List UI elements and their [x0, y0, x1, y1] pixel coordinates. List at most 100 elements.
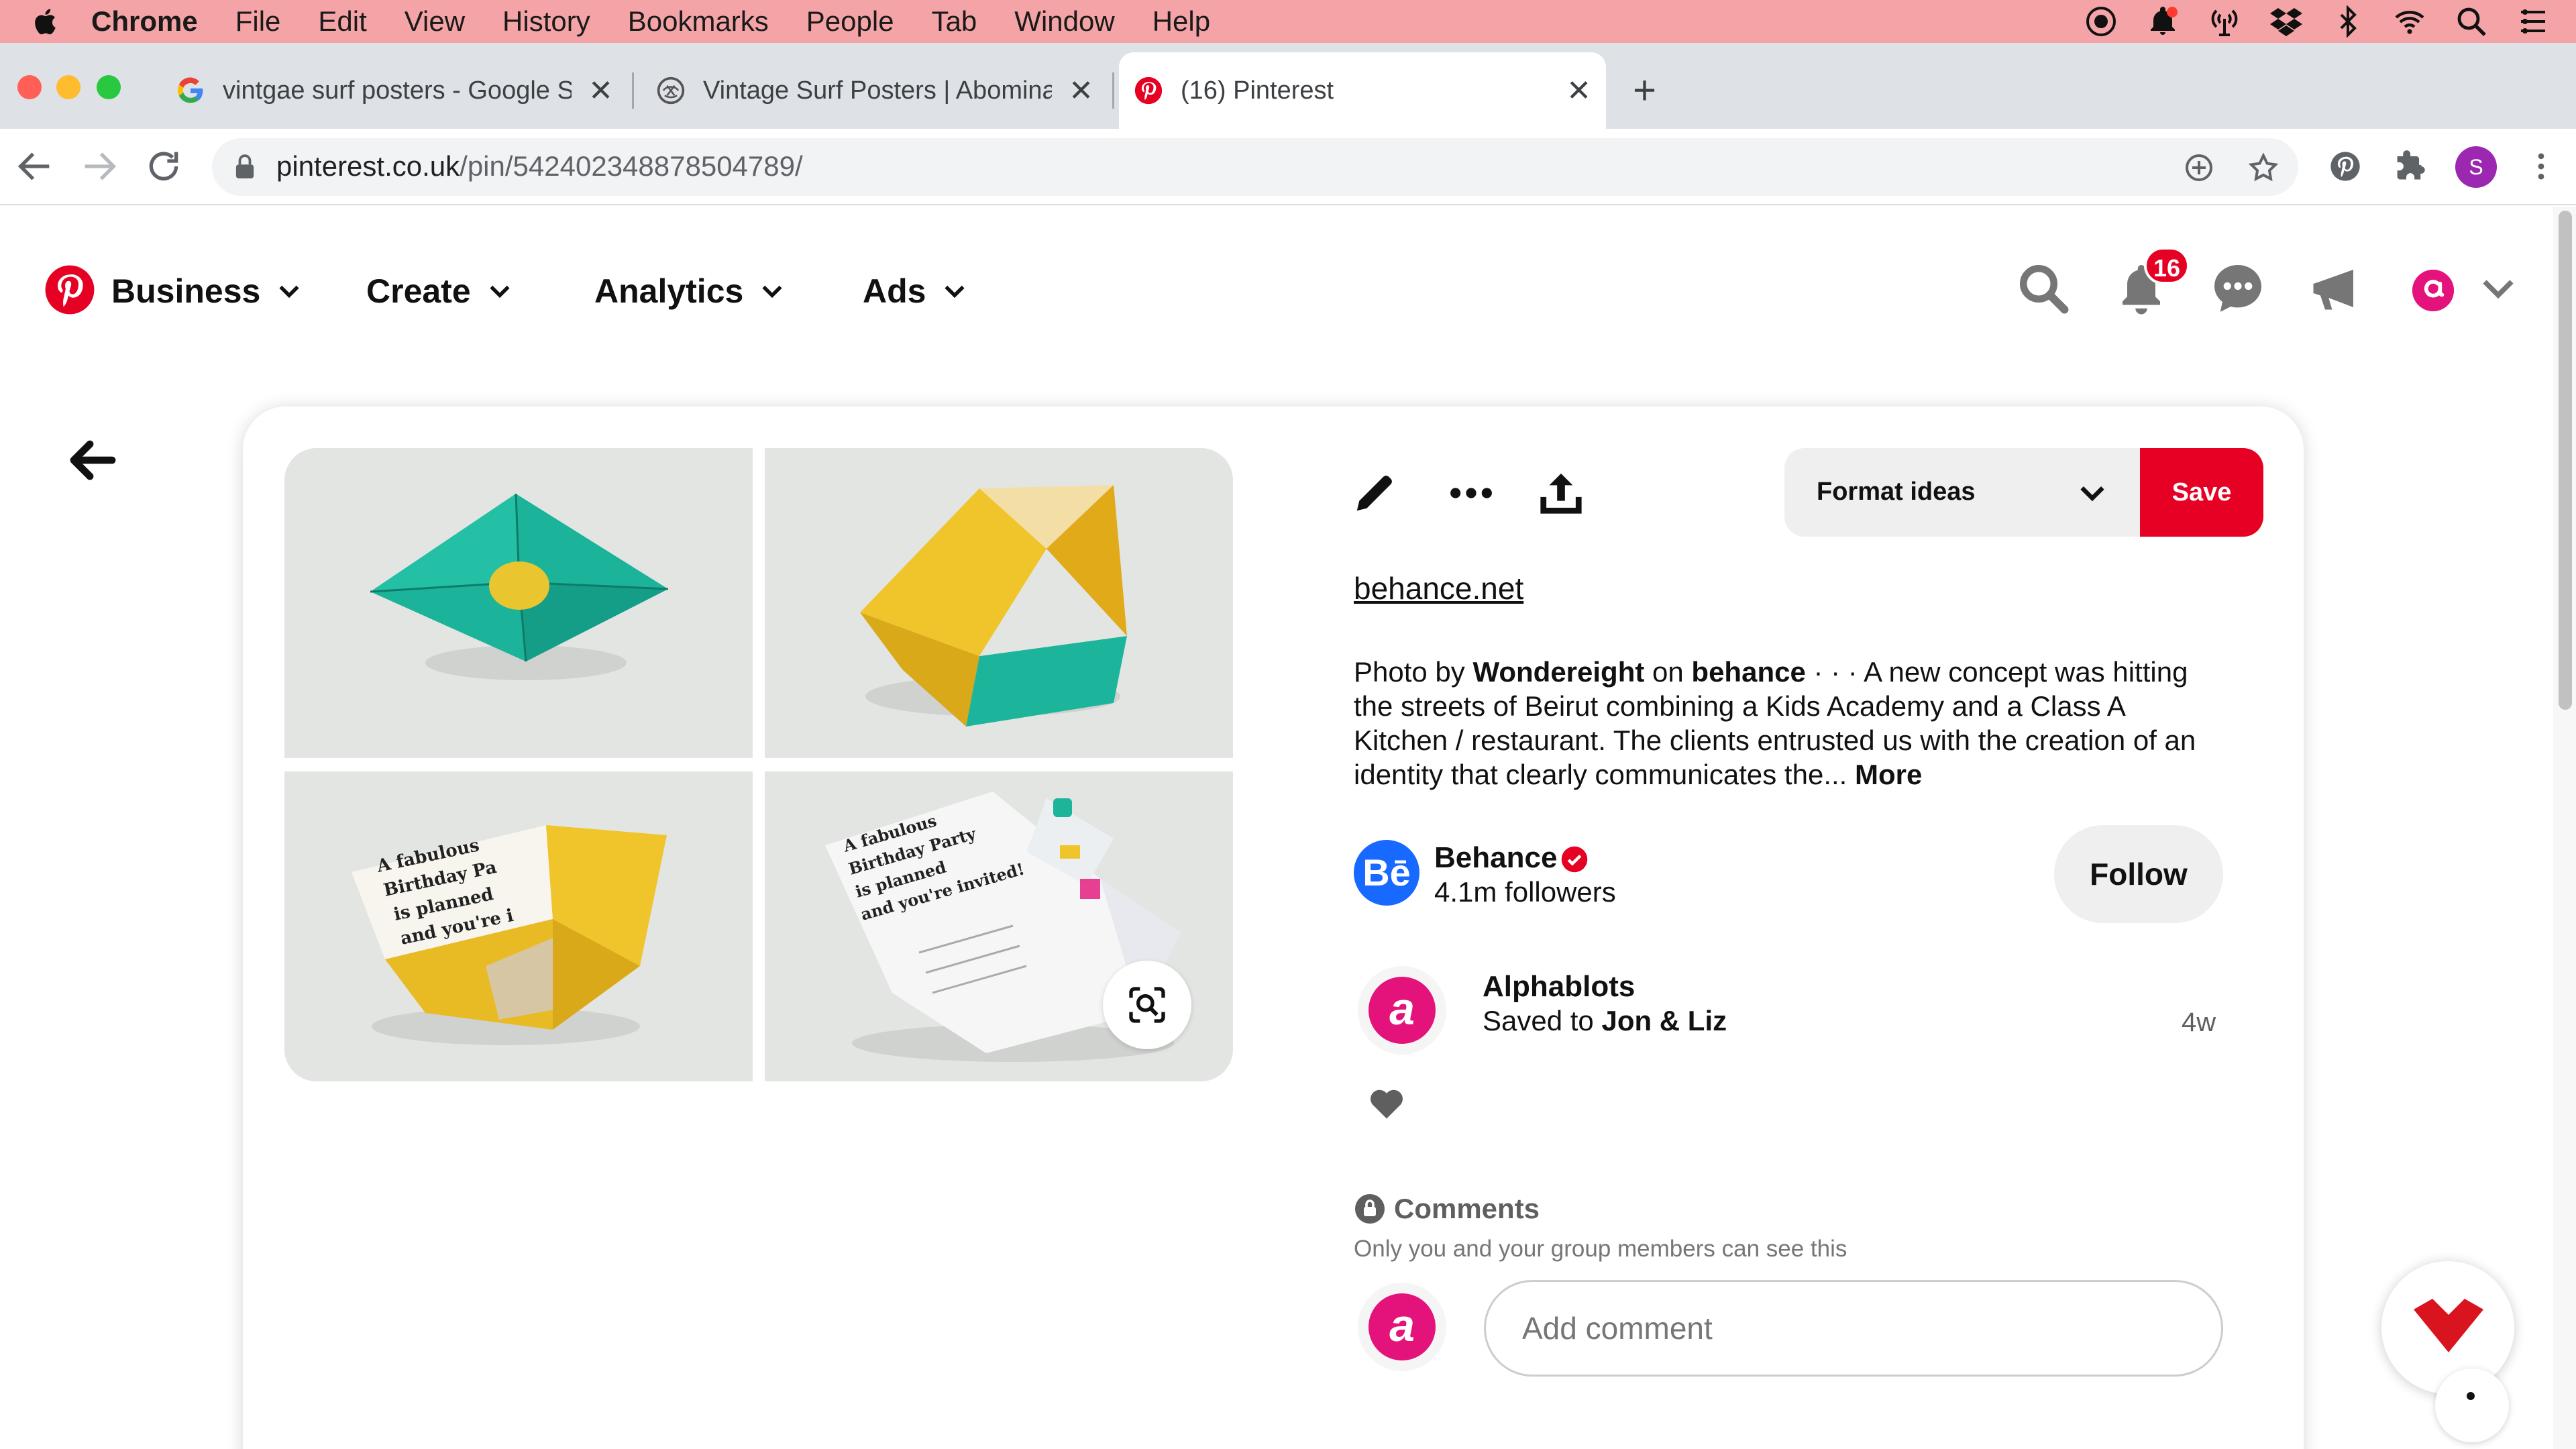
- pin-image-envelope-text: A fabulous Birthday Pa is planned and yo…: [284, 771, 753, 1081]
- tab-google-search[interactable]: vintgae surf posters - Google S ✕: [161, 52, 628, 129]
- account-avatar[interactable]: [2412, 270, 2454, 311]
- help-dot: [2467, 1392, 2475, 1400]
- page-scrollbar[interactable]: [2553, 207, 2576, 1449]
- creator-avatar[interactable]: Bē: [1354, 840, 1419, 906]
- saved-board-link[interactable]: Jon & Liz: [1601, 1005, 1727, 1036]
- reload-icon[interactable]: [142, 145, 185, 188]
- heart-reaction-icon[interactable]: [1368, 1087, 1405, 1120]
- visual-search-button[interactable]: [1103, 961, 1191, 1049]
- menu-help[interactable]: Help: [1152, 0, 1210, 43]
- search-icon[interactable]: [2015, 260, 2072, 317]
- messages-icon[interactable]: [2210, 260, 2266, 317]
- notification-bell-icon[interactable]: [2147, 5, 2179, 38]
- board-selector[interactable]: Format ideas: [1784, 448, 2160, 537]
- apple-icon[interactable]: [31, 7, 58, 36]
- nav-analytics-label: Analytics: [594, 272, 744, 310]
- share-upload-icon[interactable]: [1538, 470, 1585, 517]
- comments-heading: Comments: [1354, 1193, 1540, 1225]
- bookmark-star-icon[interactable]: [2247, 152, 2279, 184]
- pinterest-logo-icon[interactable]: [44, 264, 95, 315]
- chevron-down-icon: [762, 285, 782, 299]
- tab-title: Vintage Surf Posters | Abomina: [703, 76, 1052, 105]
- more-options-icon[interactable]: [1448, 470, 1495, 517]
- assistant-float-button[interactable]: [2381, 1261, 2514, 1394]
- tab-strip: vintgae surf posters - Google S ✕ Vintag…: [0, 43, 2576, 129]
- install-app-icon[interactable]: [2183, 152, 2215, 184]
- desc-on: on: [1644, 656, 1692, 688]
- forward-icon[interactable]: [78, 145, 121, 188]
- tab-vintage-surf-posters[interactable]: Vintage Surf Posters | Abomina ✕: [641, 52, 1108, 129]
- desc-author[interactable]: Wondereight: [1472, 656, 1644, 688]
- new-tab-button[interactable]: +: [1633, 70, 1656, 111]
- nav-business[interactable]: Business: [111, 266, 302, 317]
- saved-to-prefix: Saved to: [1483, 1005, 1602, 1036]
- spotlight-search-icon[interactable]: [2455, 5, 2487, 38]
- url-text[interactable]: pinterest.co.uk/pin/542402348878504789/: [276, 150, 803, 182]
- my-avatar-letter: a: [1368, 1293, 1436, 1360]
- browser-toolbar: pinterest.co.uk/pin/542402348878504789/ …: [0, 129, 2576, 205]
- menu-view[interactable]: View: [405, 0, 465, 43]
- edit-pencil-icon[interactable]: [1351, 470, 1398, 517]
- abomination-icon: [657, 76, 685, 105]
- accounts-chevron-down-icon[interactable]: [2478, 268, 2518, 309]
- source-domain-link[interactable]: behance.net: [1354, 570, 1523, 606]
- tab-close-icon[interactable]: ✕: [1069, 74, 1093, 108]
- control-center-icon[interactable]: [2517, 5, 2549, 38]
- tab-close-icon[interactable]: ✕: [1566, 74, 1591, 108]
- extensions-puzzle-icon[interactable]: [2392, 149, 2427, 184]
- chevron-down-icon: [2080, 486, 2104, 502]
- creator-name[interactable]: Behance: [1434, 841, 1557, 875]
- pin-image[interactable]: A fabulous Birthday Pa is planned and yo…: [284, 448, 1233, 1081]
- saver-avatar[interactable]: a: [1358, 966, 1446, 1055]
- google-icon: [177, 77, 203, 103]
- tab-pinterest[interactable]: (16) Pinterest ✕: [1119, 52, 1606, 129]
- menu-window[interactable]: Window: [1014, 0, 1114, 43]
- more-link[interactable]: More: [1855, 759, 1922, 790]
- menu-people[interactable]: People: [806, 0, 894, 43]
- my-avatar: a: [1358, 1283, 1446, 1371]
- back-icon[interactable]: [13, 145, 56, 188]
- chevron-down-icon: [490, 285, 510, 299]
- window-close-button[interactable]: [17, 75, 42, 99]
- save-button[interactable]: Save: [2140, 448, 2263, 537]
- antenna-icon[interactable]: [2208, 5, 2241, 38]
- creator-followers: 4.1m followers: [1434, 876, 1616, 908]
- menu-edit[interactable]: Edit: [318, 0, 366, 43]
- chevron-down-icon: [279, 285, 299, 299]
- nav-analytics[interactable]: Analytics: [594, 266, 785, 317]
- desc-source[interactable]: behance: [1691, 656, 1805, 688]
- updates-megaphone-icon[interactable]: [2306, 260, 2363, 317]
- help-float-button[interactable]: [2435, 1368, 2509, 1442]
- pinterest-extension-icon[interactable]: [2328, 149, 2363, 184]
- menu-tab[interactable]: Tab: [932, 0, 977, 43]
- nav-create[interactable]: Create: [366, 266, 513, 317]
- lock-icon[interactable]: [235, 154, 255, 180]
- menu-bookmarks[interactable]: Bookmarks: [628, 0, 769, 43]
- wifi-icon[interactable]: [2394, 5, 2426, 38]
- menu-file[interactable]: File: [235, 0, 281, 43]
- window-zoom-button[interactable]: [97, 75, 121, 99]
- saved-to-line: Saved to Jon & Liz: [1483, 1005, 1727, 1037]
- chevron-down-icon: [945, 285, 965, 299]
- add-comment-input[interactable]: [1484, 1280, 2223, 1377]
- menu-chrome[interactable]: Chrome: [91, 0, 198, 43]
- saver-name[interactable]: Alphablots: [1483, 970, 1635, 1004]
- chrome-menu-icon[interactable]: [2524, 149, 2559, 184]
- address-bar[interactable]: pinterest.co.uk/pin/542402348878504789/: [212, 138, 2298, 196]
- tab-close-icon[interactable]: ✕: [588, 74, 613, 108]
- back-arrow-icon[interactable]: [67, 440, 117, 480]
- pin-description: Photo by Wondereight on behance · · · A …: [1354, 655, 2212, 792]
- teal-envelope-illustration: [284, 448, 753, 758]
- screen-record-icon[interactable]: [2085, 5, 2117, 38]
- menu-history[interactable]: History: [502, 0, 590, 43]
- profile-avatar[interactable]: S: [2455, 146, 2497, 188]
- url-domain: pinterest.co.uk: [276, 150, 460, 182]
- bluetooth-icon[interactable]: [2332, 5, 2364, 38]
- tab-separator: [632, 72, 634, 109]
- scrollbar-thumb[interactable]: [2559, 211, 2572, 710]
- follow-button[interactable]: Follow: [2054, 825, 2223, 923]
- window-minimize-button[interactable]: [56, 75, 80, 99]
- alphablots-logo-icon: [2412, 270, 2454, 311]
- dropbox-icon[interactable]: [2270, 5, 2302, 38]
- nav-ads[interactable]: Ads: [863, 266, 967, 317]
